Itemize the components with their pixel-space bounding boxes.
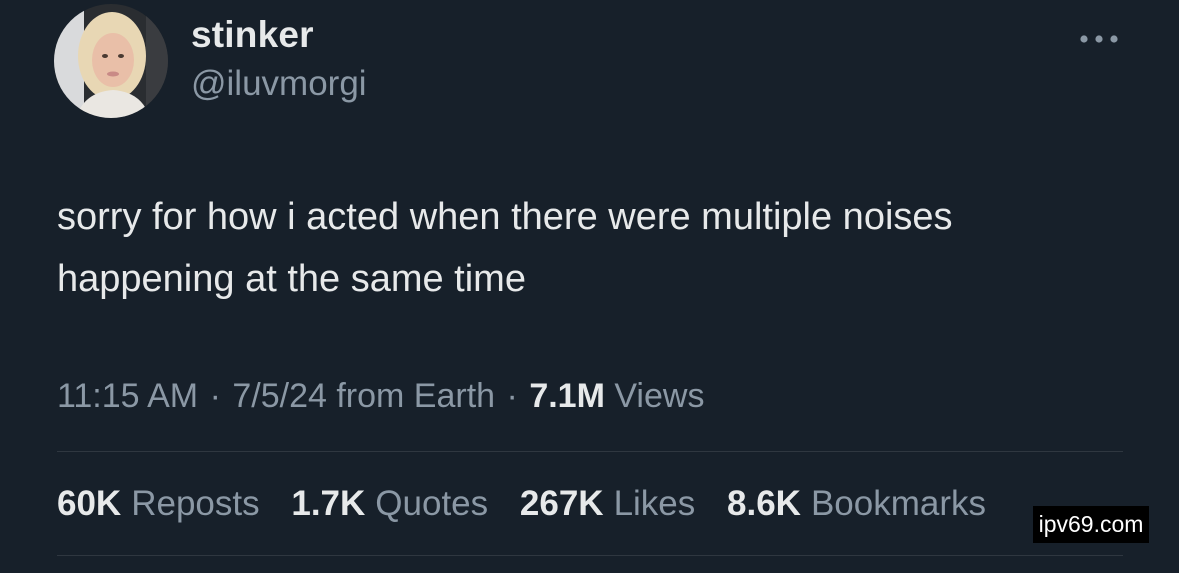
avatar[interactable] bbox=[54, 4, 168, 118]
divider bbox=[57, 555, 1123, 556]
tweet-time[interactable]: 11:15 AM bbox=[57, 377, 198, 415]
tweet-card: stinker @iluvmorgi sorry for how i acted… bbox=[0, 0, 1179, 573]
engagement-stats: 60K Reposts 1.7K Quotes 267K Likes 8.6K Book… bbox=[57, 484, 1008, 524]
profile-photo-icon bbox=[54, 4, 168, 118]
tweet-meta: 11:15 AM · 7/5/24 from Earth · 7.1M View… bbox=[57, 377, 704, 416]
tweet-text-line: sorry for how i acted when there were mu… bbox=[57, 196, 953, 238]
tweet-date[interactable]: 7/5/24 bbox=[232, 377, 327, 415]
tweet-text-line: happening at the same time bbox=[57, 258, 526, 300]
watermark: ipv69.com bbox=[1033, 506, 1149, 543]
stat-label: Likes bbox=[613, 484, 696, 523]
user-handle[interactable]: @iluvmorgi bbox=[191, 64, 367, 104]
display-name[interactable]: stinker bbox=[191, 14, 314, 56]
views-label: Views bbox=[614, 377, 705, 415]
stat-label: Reposts bbox=[131, 484, 260, 523]
stat-reposts[interactable]: 60K Reposts bbox=[57, 484, 260, 523]
stat-label: Quotes bbox=[375, 484, 489, 523]
more-button[interactable] bbox=[1076, 26, 1122, 52]
stat-quotes[interactable]: 1.7K Quotes bbox=[291, 484, 488, 523]
stat-count: 267K bbox=[519, 484, 604, 523]
tweet-source: from Earth bbox=[336, 377, 496, 415]
stat-label: Bookmarks bbox=[810, 484, 987, 523]
stat-count: 8.6K bbox=[727, 484, 801, 523]
divider bbox=[57, 451, 1123, 452]
more-horizontal-icon bbox=[1080, 35, 1118, 43]
stat-bookmarks[interactable]: 8.6K Bookmarks bbox=[727, 484, 986, 523]
stat-count: 60K bbox=[57, 484, 122, 523]
meta-separator: · bbox=[506, 377, 518, 415]
views-count: 7.1M bbox=[529, 377, 605, 415]
meta-separator: · bbox=[209, 377, 221, 415]
stat-likes[interactable]: 267K Likes bbox=[520, 484, 695, 523]
stat-count: 1.7K bbox=[291, 484, 366, 523]
tweet-text: sorry for how i acted when there were mu… bbox=[57, 186, 1157, 310]
